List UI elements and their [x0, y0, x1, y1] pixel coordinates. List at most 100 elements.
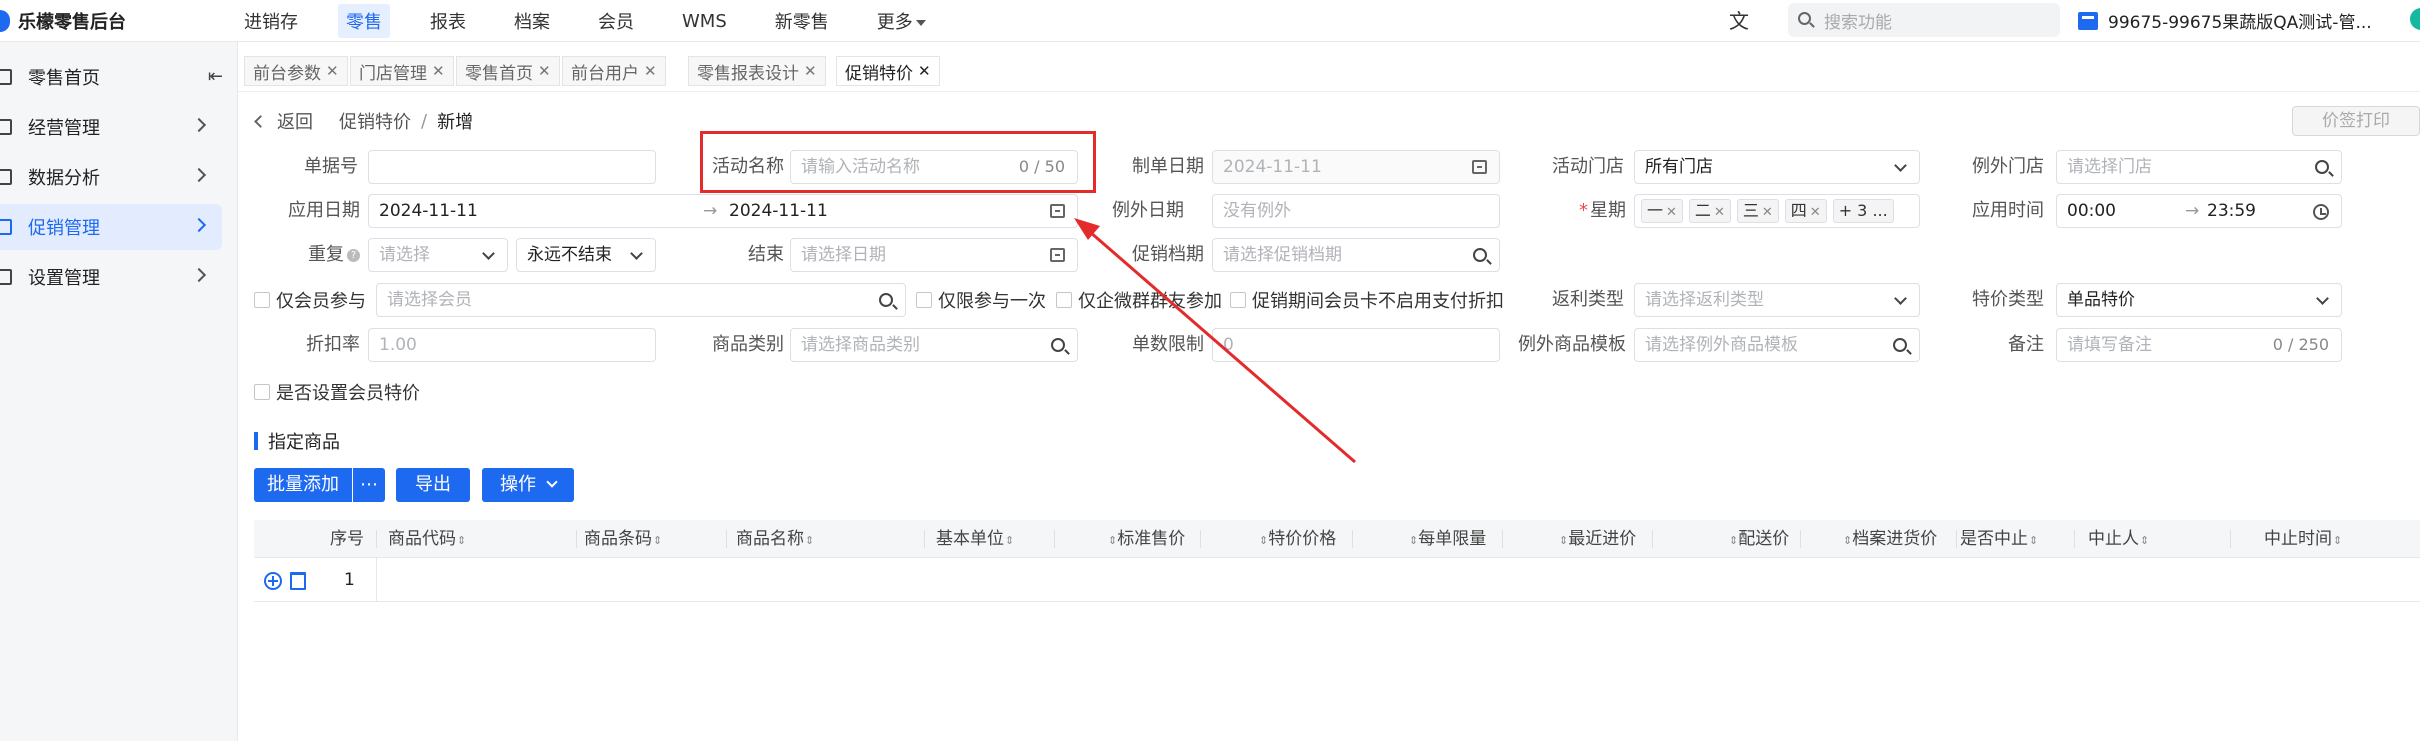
sort-icon[interactable]: ⇕	[2029, 534, 2038, 547]
week-tag[interactable]: 四 ✕	[1784, 199, 1827, 223]
sort-icon[interactable]: ⇕	[1259, 534, 1268, 547]
col-product-code[interactable]: 商品代码⇕	[388, 520, 466, 558]
member-special-checkbox[interactable]: 是否设置会员特价	[254, 375, 420, 409]
sort-icon[interactable]: ⇕	[457, 534, 466, 547]
price-tag-print-button[interactable]: 价签打印	[2292, 106, 2420, 136]
back-link[interactable]: 返回	[277, 108, 313, 134]
close-icon[interactable]: ✕	[804, 62, 817, 80]
discount-input[interactable]: 1.00	[368, 328, 656, 362]
checkbox-box[interactable]	[254, 292, 270, 308]
sort-icon[interactable]: ⇕	[1843, 534, 1852, 547]
function-search-input[interactable]: 搜索功能	[1788, 3, 2060, 37]
close-icon[interactable]: ✕	[644, 62, 657, 80]
search-icon[interactable]	[1051, 338, 1065, 352]
member-only-checkbox[interactable]: 仅会员参与	[254, 283, 366, 317]
search-icon[interactable]	[879, 293, 893, 307]
remark-input[interactable]: 请填写备注 0 / 250	[2056, 328, 2342, 362]
activity-store-select[interactable]: 所有门店	[1634, 150, 1920, 184]
sort-icon[interactable]: ⇕	[2140, 534, 2149, 547]
search-icon[interactable]	[1473, 248, 1487, 262]
operate-dropdown-button[interactable]: 操作	[482, 468, 574, 502]
sidebar-item-settings[interactable]: 设置管理	[0, 254, 222, 300]
col-stopped-by[interactable]: 中止人⇕	[2088, 520, 2149, 558]
search-icon[interactable]	[2315, 160, 2329, 174]
member-select-input[interactable]: 请选择会员	[376, 283, 906, 317]
week-tag[interactable]: 一 ✕	[1641, 199, 1683, 223]
col-special-price[interactable]: ⇕特价价格	[1258, 520, 1336, 558]
sort-icon[interactable]: ⇕	[1005, 534, 1014, 547]
collapse-sidebar-icon[interactable]: ⇤	[208, 66, 223, 87]
sidebar-item-data-analysis[interactable]: 数据分析	[0, 154, 222, 200]
col-base-unit[interactable]: 基本单位⇕	[936, 520, 1014, 558]
week-tag[interactable]: 三 ✕	[1736, 199, 1779, 223]
app-logo[interactable]: 乐檬零售后台	[0, 9, 126, 33]
checkbox-box[interactable]	[916, 292, 932, 308]
checkbox-box[interactable]	[1230, 292, 1246, 308]
week-more-tag[interactable]: + 3 ...	[1832, 199, 1894, 223]
search-icon[interactable]	[1893, 338, 1907, 352]
sidebar-item-retail-home[interactable]: 零售首页	[0, 54, 222, 100]
sort-icon[interactable]: ⇕	[653, 534, 662, 547]
wecom-only-checkbox[interactable]: 仅企微群群友参加	[1056, 283, 1222, 317]
close-icon[interactable]: ✕	[432, 62, 445, 80]
week-tag[interactable]: 二 ✕	[1688, 199, 1731, 223]
nav-item-archive[interactable]: 档案	[506, 4, 558, 38]
repeat-end-select[interactable]: 永远不结束	[516, 238, 656, 272]
promo-file-input[interactable]: 请选择促销档期	[1212, 238, 1500, 272]
close-icon[interactable]: ✕	[1762, 205, 1773, 220]
store-selector[interactable]: 99675-99675果蔬版QA测试-管...	[2078, 8, 2372, 33]
breadcrumb-parent[interactable]: 促销特价	[339, 108, 411, 134]
col-recent-cost[interactable]: ⇕最近进价	[1558, 520, 1636, 558]
nav-item-more[interactable]: 更多	[869, 4, 934, 38]
sort-icon[interactable]: ⇕	[1559, 534, 1568, 547]
sort-icon[interactable]: ⇕	[1729, 534, 1738, 547]
nav-item-new-retail[interactable]: 新零售	[767, 4, 837, 38]
sidebar-item-promotion[interactable]: 促销管理	[0, 204, 222, 250]
end-date-input[interactable]: 请选择日期	[790, 238, 1078, 272]
rebate-type-select[interactable]: 请选择返利类型	[1634, 283, 1920, 317]
doc-no-field[interactable]	[368, 150, 656, 184]
help-icon[interactable]: ?	[347, 248, 360, 262]
special-type-select[interactable]: 单品特价	[2056, 283, 2342, 317]
export-button[interactable]: 导出	[396, 468, 470, 502]
tab-retail-home[interactable]: 零售首页 ✕	[456, 56, 560, 86]
add-row-icon[interactable]	[264, 572, 282, 590]
once-only-checkbox[interactable]: 仅限参与一次	[916, 283, 1046, 317]
nav-item-wms[interactable]: WMS	[674, 7, 735, 36]
exclude-template-input[interactable]: 请选择例外商品模板	[1634, 328, 1920, 362]
sort-icon[interactable]: ⇕	[2333, 534, 2342, 547]
close-icon[interactable]: ✕	[326, 62, 339, 80]
week-select[interactable]: 一 ✕ 二 ✕ 三 ✕ 四 ✕ + 3 ...	[1634, 194, 1920, 228]
nav-item-inventory[interactable]: 进销存	[236, 4, 306, 38]
avatar[interactable]	[2410, 8, 2420, 30]
sort-icon[interactable]: ⇕	[1108, 534, 1117, 547]
col-stopped-time[interactable]: 中止时间⇕	[2264, 520, 2342, 558]
exclude-store-input[interactable]: 请选择门店	[2056, 150, 2342, 184]
translate-icon[interactable]: 文	[1726, 8, 1752, 34]
repeat-select[interactable]: 请选择	[368, 238, 508, 272]
col-standard-price[interactable]: ⇕标准售价	[1107, 520, 1185, 558]
no-member-discount-checkbox[interactable]: 促销期间会员卡不启用支付折扣	[1230, 283, 1504, 317]
tab-promo-special[interactable]: 促销特价 ✕	[836, 56, 940, 86]
col-product-name[interactable]: 商品名称⇕	[736, 520, 814, 558]
close-icon[interactable]: ✕	[538, 62, 551, 80]
delete-row-icon[interactable]	[290, 572, 306, 590]
nav-item-retail[interactable]: 零售	[338, 4, 390, 38]
batch-add-more-button[interactable]: ⋯	[353, 468, 385, 502]
col-is-stopped[interactable]: 是否中止⇕	[1960, 520, 2038, 558]
col-delivery-price[interactable]: ⇕配送价	[1728, 520, 1789, 558]
col-limit-per-order[interactable]: ⇕每单限量	[1408, 520, 1486, 558]
tab-store-management[interactable]: 门店管理 ✕	[350, 56, 454, 86]
close-icon[interactable]: ✕	[1666, 205, 1677, 220]
batch-add-button[interactable]: 批量添加	[254, 468, 352, 502]
nav-item-reports[interactable]: 报表	[422, 4, 474, 38]
nav-item-member[interactable]: 会员	[590, 4, 642, 38]
tab-report-design[interactable]: 零售报表设计 ✕	[688, 56, 826, 86]
sort-icon[interactable]: ⇕	[805, 534, 814, 547]
checkbox-box[interactable]	[1056, 292, 1072, 308]
close-icon[interactable]: ✕	[918, 62, 931, 80]
tab-frontdesk-params[interactable]: 前台参数 ✕	[244, 56, 348, 86]
apply-time-range[interactable]: 00:00 → 23:59	[2056, 194, 2342, 228]
close-icon[interactable]: ✕	[1714, 205, 1725, 220]
col-archive-cost[interactable]: ⇕档案进货价	[1842, 520, 1937, 558]
